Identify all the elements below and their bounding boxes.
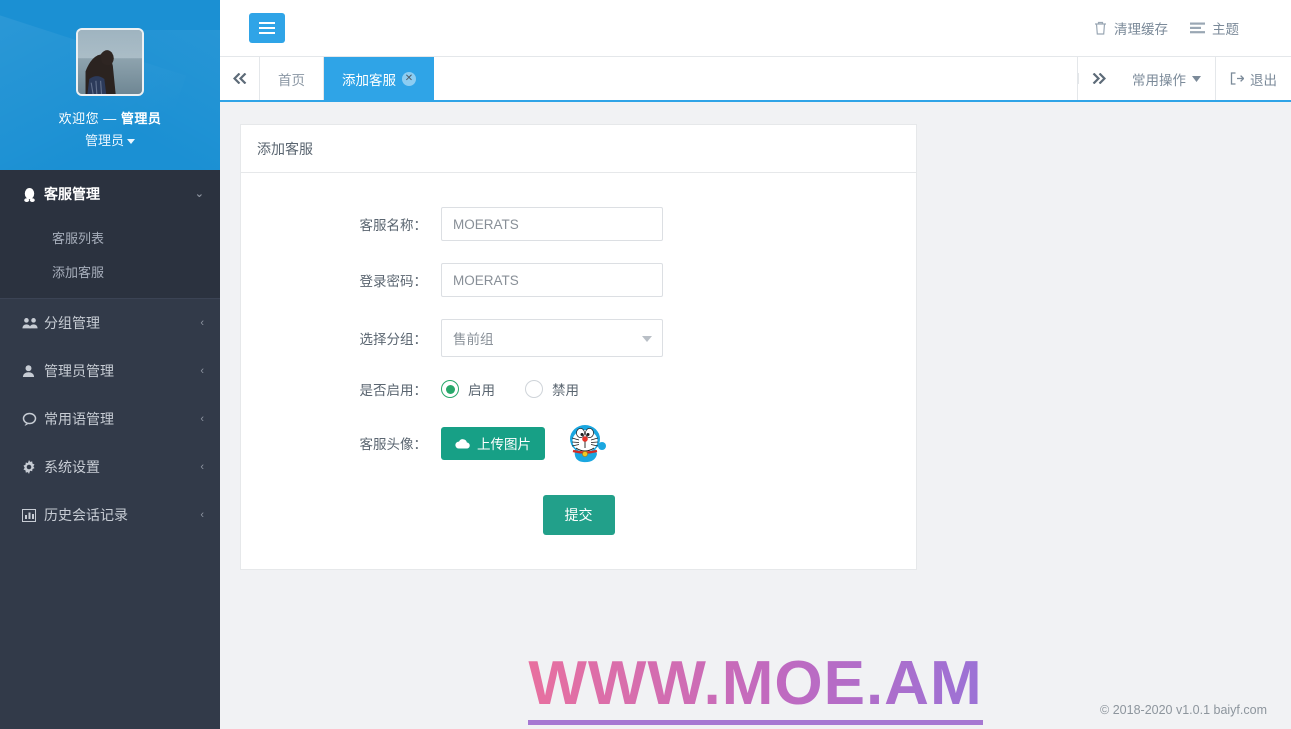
form-row-enable: 是否启用： 启用 禁用	[241, 379, 916, 399]
user-dropdown-label: 管理员	[84, 133, 124, 148]
avatar[interactable]	[76, 28, 144, 96]
tab-home[interactable]: 首页	[260, 57, 324, 100]
footer-text: © 2018-2020 v1.0.1 baiyf.com	[1100, 703, 1267, 717]
enable-radio-group: 启用 禁用	[441, 379, 916, 399]
chevron-left-icon: ‹	[200, 508, 204, 521]
user-dropdown[interactable]: 管理员	[85, 130, 135, 149]
logout-button[interactable]: 退出	[1216, 57, 1291, 100]
group-select-value: 售前组	[453, 332, 494, 347]
penguin-icon	[22, 187, 44, 202]
sidebar-item-customer-service[interactable]: 客服管理 ⌄	[0, 170, 220, 218]
caret-down-icon	[127, 139, 135, 145]
sidebar-item-chat-history[interactable]: 历史会话记录 ‹	[0, 491, 220, 539]
submit-row: 提交	[241, 495, 916, 535]
avatar-label: 客服头像：	[359, 437, 428, 452]
tab-label: 添加客服	[342, 72, 396, 88]
clear-cache-label: 清理缓存	[1114, 22, 1168, 37]
sidebar-subitem-service-list[interactable]: 客服列表	[0, 220, 220, 254]
tab-bar-actions: 常用操作 退出	[1078, 57, 1291, 100]
sidebar-item-label: 历史会话记录	[44, 507, 128, 523]
tab-add-service[interactable]: 添加客服 ✕	[324, 57, 434, 100]
password-label: 登录密码：	[359, 274, 428, 289]
form-row-group: 选择分组： 售前组	[241, 319, 916, 357]
chevron-left-icon: ‹	[200, 412, 204, 425]
sidebar-nav: 客服管理 ⌄ 客服列表 添加客服 分组管理 ‹ 管理员管理 ‹ 常用语管理 ‹ …	[0, 170, 220, 539]
comment-icon	[22, 412, 44, 426]
chevron-down-icon	[642, 336, 652, 342]
sidebar-item-admin-management[interactable]: 管理员管理 ‹	[0, 347, 220, 395]
upload-image-label: 上传图片	[477, 437, 531, 452]
password-input[interactable]	[441, 263, 663, 297]
upload-row: 上传图片	[441, 421, 916, 465]
user-icon	[22, 364, 44, 378]
sidebar-subitem-add-service[interactable]: 添加客服	[0, 254, 220, 288]
theme-button[interactable]: 主题	[1190, 18, 1239, 38]
service-name-input[interactable]	[441, 207, 663, 241]
tab-spacer	[434, 57, 1078, 100]
service-name-label: 客服名称：	[359, 218, 428, 233]
welcome-prefix: 欢迎您 —	[58, 111, 121, 126]
welcome-username: 管理员	[120, 111, 162, 126]
chevron-down-icon: ⌄	[194, 187, 204, 200]
avatar-photo	[78, 30, 142, 94]
tab-bar: 首页 添加客服 ✕ 常用操作 退出	[220, 57, 1291, 102]
form-row-name: 客服名称：	[241, 207, 916, 241]
double-chevron-right-icon[interactable]	[1078, 73, 1118, 84]
sidebar-item-label: 管理员管理	[44, 363, 114, 379]
content-area: 添加客服 客服名称： 登录密码： 选择分组：	[220, 102, 1291, 727]
upload-image-button[interactable]: 上传图片	[441, 426, 545, 460]
theme-icon	[1190, 22, 1205, 34]
footer: © 2018-2020 v1.0.1 baiyf.com	[220, 693, 1291, 727]
chevron-left-icon: ‹	[200, 316, 204, 329]
submit-button[interactable]: 提交	[542, 495, 615, 535]
sidebar-item-group-management[interactable]: 分组管理 ‹	[0, 299, 220, 347]
logout-label: 退出	[1250, 72, 1277, 88]
close-icon[interactable]: ✕	[402, 71, 416, 86]
group-select[interactable]: 售前组	[441, 319, 663, 357]
hamburger-icon[interactable]	[249, 13, 285, 43]
form-row-avatar: 客服头像： 上传图片	[241, 421, 916, 465]
double-chevron-left-icon[interactable]	[220, 57, 260, 100]
sidebar-item-label: 系统设置	[44, 459, 100, 475]
sidebar-user-header: 欢迎您 — 管理员 管理员	[0, 0, 220, 170]
top-bar: 清理缓存 主题	[220, 0, 1291, 57]
radio-disable-label: 禁用	[552, 383, 579, 398]
users-icon	[22, 316, 44, 330]
panel-title: 添加客服	[241, 125, 916, 173]
sidebar-item-system-settings[interactable]: 系统设置 ‹	[0, 443, 220, 491]
trash-icon	[1094, 21, 1107, 35]
welcome-text: 欢迎您 — 管理员	[59, 108, 162, 127]
enable-label: 是否启用：	[359, 383, 428, 398]
radio-dot-icon	[525, 380, 543, 398]
sidebar-item-label: 分组管理	[44, 315, 100, 331]
chart-bar-icon	[22, 508, 44, 522]
common-actions-label: 常用操作	[1132, 72, 1186, 88]
radio-dot-icon	[441, 380, 459, 398]
submenu-customer-service: 客服列表 添加客服	[0, 218, 220, 298]
panel-body: 客服名称： 登录密码： 选择分组：	[241, 173, 916, 569]
main-area: 清理缓存 主题 首页 添加客服 ✕ 常用操作 退出 添加客服 客服名称： MOE…	[220, 0, 1291, 729]
gear-icon	[22, 460, 44, 474]
theme-label: 主题	[1212, 22, 1239, 37]
form-row-password: 登录密码：	[241, 263, 916, 297]
add-service-panel: 添加客服 客服名称： 登录密码： 选择分组：	[240, 124, 917, 570]
top-bar-actions: 清理缓存 主题	[1094, 18, 1277, 38]
clear-cache-button[interactable]: 清理缓存	[1094, 18, 1168, 38]
tab-label: 首页	[278, 72, 305, 88]
radio-enable[interactable]: 启用	[441, 379, 495, 399]
cloud-upload-icon	[455, 438, 470, 449]
radio-disable[interactable]: 禁用	[525, 379, 579, 399]
sidebar-item-phrase-management[interactable]: 常用语管理 ‹	[0, 395, 220, 443]
sidebar-item-label: 客服管理	[44, 186, 100, 202]
chevron-left-icon: ‹	[200, 460, 204, 473]
logout-icon	[1230, 72, 1244, 85]
sidebar: 欢迎您 — 管理员 管理员 客服管理 ⌄ 客服列表 添加客服 分组管理 ‹ 管理…	[0, 0, 220, 729]
chevron-left-icon: ‹	[200, 364, 204, 377]
radio-enable-label: 启用	[468, 383, 495, 398]
group-label: 选择分组：	[359, 332, 428, 347]
service-avatar-preview[interactable]	[563, 421, 607, 465]
caret-down-icon	[1192, 75, 1201, 82]
common-actions-dropdown[interactable]: 常用操作	[1118, 57, 1216, 100]
sidebar-item-label: 常用语管理	[44, 411, 114, 427]
